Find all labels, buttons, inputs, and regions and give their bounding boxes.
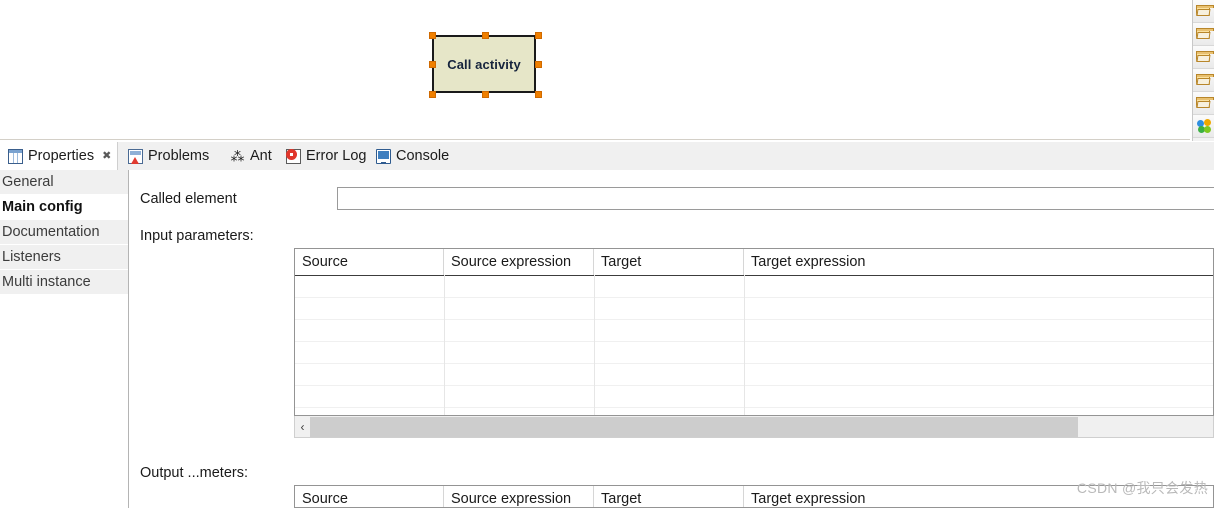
scrollbar-thumb[interactable] xyxy=(310,416,1078,437)
ant-icon: ⁂ xyxy=(230,149,245,164)
palette-folder-item-1[interactable] xyxy=(1193,0,1214,23)
tab-console[interactable]: Console xyxy=(368,142,457,171)
canvas-bottom-divider xyxy=(0,139,1190,140)
application-window: Call activity Properties ✖ Problems ⁂ An… xyxy=(0,0,1214,508)
input-parameters-table[interactable]: Source Source expression Target Target e… xyxy=(294,248,1214,416)
output-parameters-header-row: Source Source expression Target Target e… xyxy=(295,486,1213,507)
folder-icon xyxy=(1196,51,1214,63)
scrollbar-track[interactable] xyxy=(310,416,1213,437)
properties-sidebar: General Main config Documentation Listen… xyxy=(0,170,129,508)
folder-icon xyxy=(1196,5,1214,17)
sidebar-item-listeners[interactable]: Listeners xyxy=(0,245,128,270)
sidebar-item-documentation[interactable]: Documentation xyxy=(0,220,128,245)
folder-icon xyxy=(1196,74,1214,86)
palette-folder-item-5[interactable] xyxy=(1193,92,1214,115)
problems-icon xyxy=(128,149,143,164)
column-header-source-expression[interactable]: Source expression xyxy=(444,486,594,507)
called-element-input[interactable] xyxy=(337,187,1214,210)
error-log-icon xyxy=(286,149,301,164)
column-header-target[interactable]: Target xyxy=(594,249,744,275)
input-parameters-body xyxy=(295,276,1213,408)
tab-console-label: Console xyxy=(396,148,450,165)
column-header-source[interactable]: Source xyxy=(295,249,444,275)
palette-flower-item[interactable] xyxy=(1193,115,1214,138)
column-header-source-expression[interactable]: Source expression xyxy=(444,249,594,275)
tab-properties[interactable]: Properties ✖ xyxy=(0,142,118,171)
column-header-target-expression[interactable]: Target expression xyxy=(744,249,1213,275)
view-tab-bar: Properties ✖ Problems ⁂ Ant Error Log Co… xyxy=(0,141,1214,171)
selection-handle-top-left[interactable] xyxy=(429,32,436,39)
sidebar-item-main-config[interactable]: Main config xyxy=(0,195,128,220)
sidebar-item-general[interactable]: General xyxy=(0,170,128,195)
flower-icon xyxy=(1196,119,1211,133)
called-element-label: Called element xyxy=(140,191,237,207)
selection-handle-middle-left[interactable] xyxy=(429,61,436,68)
palette-folder-item-2[interactable] xyxy=(1193,23,1214,46)
table-row[interactable] xyxy=(295,364,1213,386)
watermark: CSDN @我只会发热 xyxy=(1076,480,1208,496)
call-activity-box[interactable]: Call activity xyxy=(432,35,536,93)
table-row[interactable] xyxy=(295,386,1213,408)
palette-folder-item-4[interactable] xyxy=(1193,69,1214,92)
folder-icon xyxy=(1196,97,1214,109)
tab-error-log[interactable]: Error Log xyxy=(278,142,374,171)
call-activity-label: Call activity xyxy=(447,56,521,72)
properties-view: General Main config Documentation Listen… xyxy=(0,170,1214,508)
properties-icon xyxy=(8,149,23,164)
sidebar-item-multi-instance[interactable]: Multi instance xyxy=(0,270,128,295)
table-row[interactable] xyxy=(295,320,1213,342)
scroll-left-icon[interactable]: ‹ xyxy=(295,417,310,437)
table-row[interactable] xyxy=(295,342,1213,364)
selection-handle-bottom-left[interactable] xyxy=(429,91,436,98)
call-activity-shape[interactable]: Call activity xyxy=(427,30,543,100)
palette-strip[interactable] xyxy=(1192,0,1214,141)
selection-handle-middle-right[interactable] xyxy=(535,61,542,68)
tab-problems-label: Problems xyxy=(148,148,210,165)
tab-ant-label: Ant xyxy=(250,148,272,165)
input-parameters-header-row: Source Source expression Target Target e… xyxy=(295,249,1213,276)
selection-handle-top-center[interactable] xyxy=(482,32,489,39)
table-row[interactable] xyxy=(295,298,1213,320)
tab-properties-label: Properties xyxy=(28,148,95,165)
tab-error-log-label: Error Log xyxy=(306,148,367,165)
table-row[interactable] xyxy=(295,276,1213,298)
main-config-panel: Called element Input parameters: Source … xyxy=(130,170,1214,508)
ant-glyph: ⁂ xyxy=(230,148,245,164)
selection-handle-bottom-right[interactable] xyxy=(535,91,542,98)
input-parameters-label: Input parameters: xyxy=(140,228,254,244)
palette-folder-item-3[interactable] xyxy=(1193,46,1214,69)
tab-problems[interactable]: Problems xyxy=(120,142,217,171)
folder-icon xyxy=(1196,28,1214,40)
selection-handle-top-right[interactable] xyxy=(535,32,542,39)
close-icon[interactable]: ✖ xyxy=(102,151,111,162)
selection-handle-bottom-center[interactable] xyxy=(482,91,489,98)
tab-ant[interactable]: ⁂ Ant xyxy=(222,142,280,171)
console-icon xyxy=(376,149,391,164)
output-parameters-label: Output ...meters: xyxy=(140,465,248,481)
diagram-canvas[interactable]: Call activity xyxy=(0,0,1214,141)
column-header-target[interactable]: Target xyxy=(594,486,744,507)
input-parameters-hscrollbar[interactable]: ‹ xyxy=(294,416,1214,438)
column-header-source[interactable]: Source xyxy=(295,486,444,507)
